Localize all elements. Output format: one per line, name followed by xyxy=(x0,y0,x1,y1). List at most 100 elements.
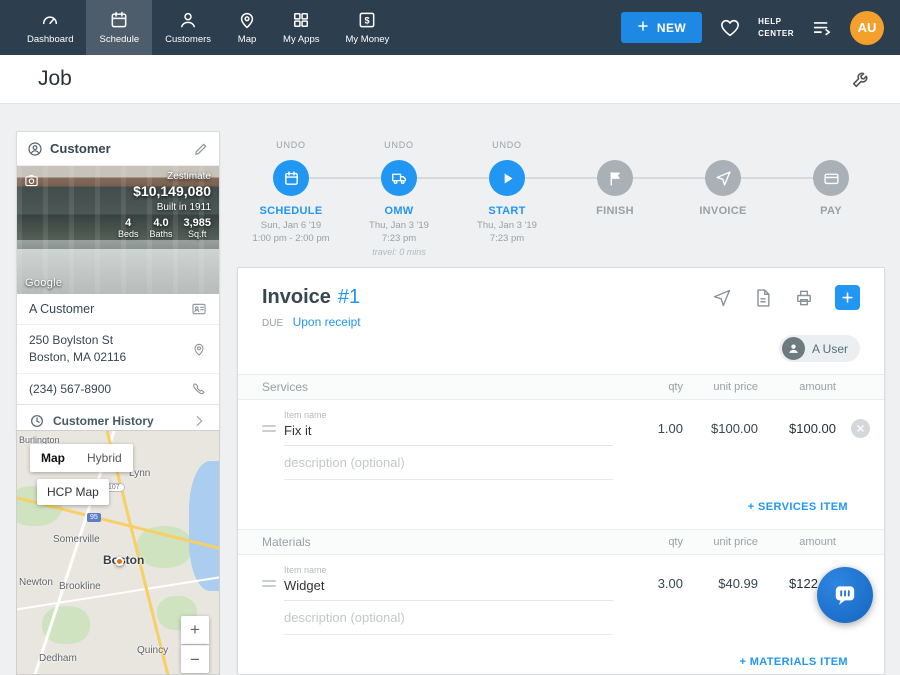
remove-item-button[interactable] xyxy=(851,419,870,438)
svg-text:$: $ xyxy=(365,16,370,26)
money-icon: $ xyxy=(357,10,377,30)
hcp-map-button[interactable]: HCP Map xyxy=(37,479,109,505)
add-service-item-link[interactable]: + SERVICES ITEM xyxy=(748,501,848,513)
due-label: DUE xyxy=(262,318,283,329)
new-button[interactable]: NEW xyxy=(621,12,702,43)
activity-feed-icon[interactable] xyxy=(811,17,833,39)
photo-icon xyxy=(24,173,39,188)
map-button-map[interactable]: Map xyxy=(30,444,76,472)
customer-card: Customer Zestimate $10,149,080 Built in … xyxy=(16,131,220,438)
drag-handle-icon[interactable] xyxy=(262,580,276,587)
plus-icon xyxy=(637,20,649,35)
stat-sqft: 3,985Sq.ft xyxy=(183,217,211,239)
service-item-row: Item name 1.00 $100.00 $100.00 xyxy=(238,400,884,446)
omw-step-button[interactable] xyxy=(381,160,417,196)
undo-omw-link[interactable]: UNDO xyxy=(345,140,453,154)
item-name-label: Item name xyxy=(284,410,613,420)
invoice-header: Invoice #1 DUE Upon receipt A User xyxy=(238,268,884,362)
property-stats: 4Beds 4.0Baths 3,985Sq.ft xyxy=(118,217,211,239)
address-line1: 250 Boylston St xyxy=(29,333,113,347)
step-invoice: INVOICE xyxy=(669,140,777,258)
due-value-link[interactable]: Upon receipt xyxy=(293,315,361,329)
new-button-label: NEW xyxy=(657,21,686,35)
add-material-row: + MATERIALS ITEM xyxy=(238,635,884,675)
edit-pencil-icon[interactable] xyxy=(193,141,209,157)
item-description-input[interactable] xyxy=(284,603,613,635)
qty-column-header: qty xyxy=(613,381,683,393)
assignee-name: A User xyxy=(812,342,848,356)
amount-column-header: amount xyxy=(758,536,836,548)
undo-start-link[interactable]: UNDO xyxy=(453,140,561,154)
customer-phone: (234) 567-8900 xyxy=(29,382,111,396)
step-date: Thu, Jan 3 '19 7:23 pm travel: 0 mins xyxy=(345,219,453,258)
undo-schedule-link[interactable]: UNDO xyxy=(237,140,345,154)
item-name-block: Item name xyxy=(284,565,613,601)
help-line1: HELP xyxy=(758,16,794,27)
chevron-right-icon xyxy=(191,413,207,429)
customer-name-row[interactable]: A Customer xyxy=(17,294,219,324)
location-pin-icon xyxy=(191,341,207,357)
undo-spacer xyxy=(777,140,885,154)
item-description-input[interactable] xyxy=(284,448,613,480)
nav-item-map[interactable]: Map xyxy=(224,0,270,55)
nav-items: Dashboard Schedule Customers Map My Apps… xyxy=(0,0,402,55)
nav-item-customers[interactable]: Customers xyxy=(152,0,224,55)
nav-item-dashboard[interactable]: Dashboard xyxy=(14,0,86,55)
undo-spacer xyxy=(669,140,777,154)
print-icon[interactable] xyxy=(794,288,814,308)
invoice-step-button[interactable] xyxy=(705,160,741,196)
mini-map[interactable]: Burlington Lynn Somerville Boston Brookl… xyxy=(16,430,220,675)
truck-icon xyxy=(391,170,408,187)
zoom-in-button[interactable]: + xyxy=(181,616,209,644)
zestimate-value: $10,149,080 xyxy=(118,183,211,199)
job-location-marker[interactable] xyxy=(115,557,124,566)
stat-beds: 4Beds xyxy=(118,217,139,239)
item-name-input[interactable] xyxy=(284,420,613,446)
map-button-hybrid[interactable]: Hybrid xyxy=(76,444,133,472)
map-city-label: Newton xyxy=(19,577,53,588)
support-chat-button[interactable] xyxy=(817,567,873,623)
page-header: Job xyxy=(0,55,900,104)
item-qty[interactable]: 3.00 xyxy=(613,576,683,601)
step-pay: PAY xyxy=(777,140,885,258)
item-unit-price[interactable]: $100.00 xyxy=(683,421,758,446)
zoom-out-button[interactable]: − xyxy=(181,645,209,673)
drag-handle-icon[interactable] xyxy=(262,425,276,432)
health-heart-icon[interactable] xyxy=(719,17,741,39)
customer-address-row[interactable]: 250 Boylston St Boston, MA 02116 xyxy=(17,324,219,373)
property-photo[interactable]: Zestimate $10,149,080 Built in 1911 4Bed… xyxy=(17,166,219,294)
item-name-label: Item name xyxy=(284,565,613,575)
map-city-label: Somerville xyxy=(53,534,100,545)
job-tools-icon[interactable] xyxy=(850,68,872,90)
step-date: Sun, Jan 6 '19 1:00 pm - 2:00 pm xyxy=(237,219,345,246)
schedule-step-button[interactable] xyxy=(273,160,309,196)
nav-item-schedule[interactable]: Schedule xyxy=(86,0,152,55)
item-qty[interactable]: 1.00 xyxy=(613,421,683,446)
help-center-link[interactable]: HELP CENTER xyxy=(758,16,794,38)
amount-column-header: amount xyxy=(758,381,836,393)
customer-phone-row[interactable]: (234) 567-8900 xyxy=(17,373,219,404)
map-pin-icon xyxy=(237,10,257,30)
material-item-row: Item name 3.00 $40.99 $122.97 xyxy=(238,555,884,601)
material-description-row xyxy=(238,601,884,635)
send-invoice-icon[interactable] xyxy=(712,288,732,308)
item-unit-price[interactable]: $40.99 xyxy=(683,576,758,601)
pay-step-button[interactable] xyxy=(813,160,849,196)
finish-step-button[interactable] xyxy=(597,160,633,196)
top-nav: Dashboard Schedule Customers Map My Apps… xyxy=(0,0,900,55)
avatar-initials: AU xyxy=(858,20,877,35)
pdf-icon[interactable] xyxy=(753,288,773,308)
assignee-chip[interactable]: A User xyxy=(779,335,860,362)
map-city-label: Brookline xyxy=(59,581,101,592)
start-step-button[interactable] xyxy=(489,160,525,196)
credit-card-icon xyxy=(823,170,840,187)
user-avatar[interactable]: AU xyxy=(850,11,884,45)
nav-item-my-money[interactable]: $ My Money xyxy=(332,0,402,55)
add-invoice-button[interactable] xyxy=(835,285,860,310)
item-name-block: Item name xyxy=(284,410,613,446)
nav-item-my-apps[interactable]: My Apps xyxy=(270,0,332,55)
nav-label: My Apps xyxy=(283,34,319,45)
service-description-row xyxy=(238,446,884,480)
item-name-input[interactable] xyxy=(284,575,613,601)
add-material-item-link[interactable]: + MATERIALS ITEM xyxy=(739,656,848,668)
